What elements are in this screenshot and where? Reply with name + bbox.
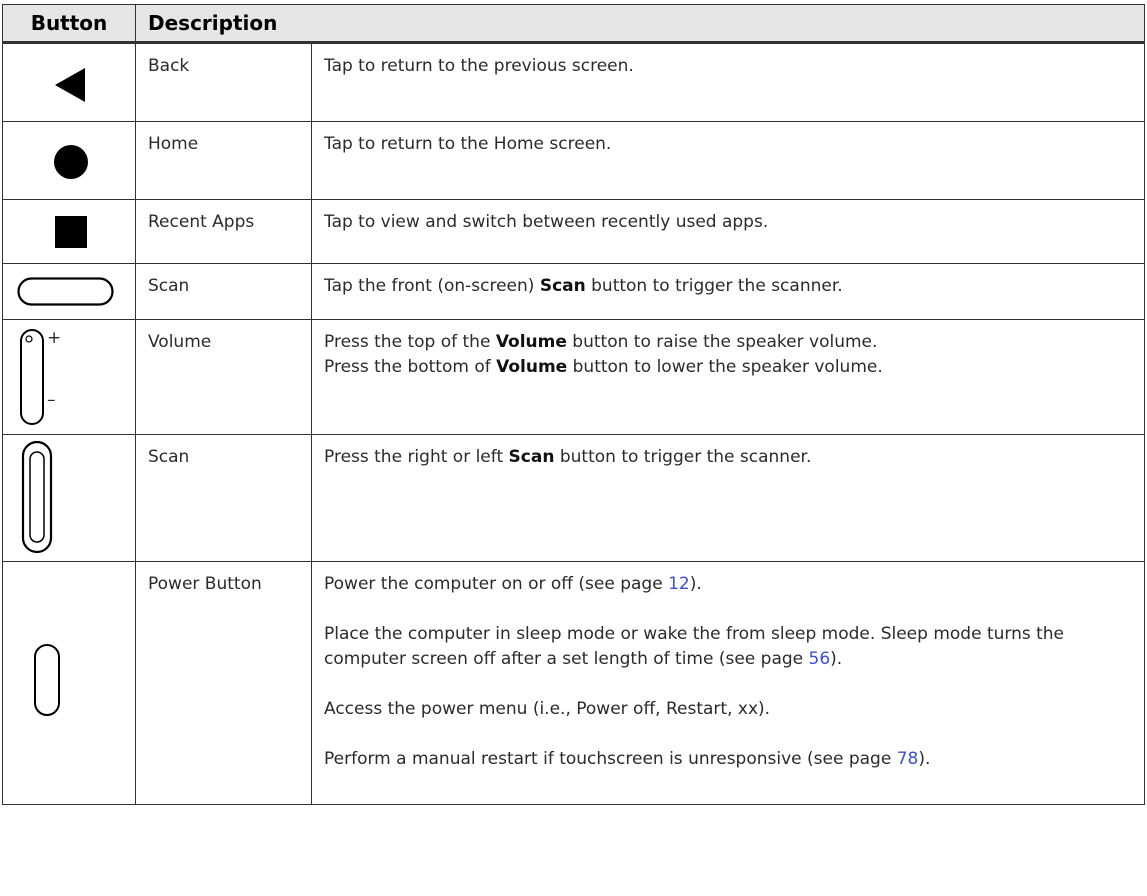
button-description: Tap to return to the Home screen. [310,121,1146,200]
page-link-56[interactable]: 56 [809,649,831,669]
header-description: Description [134,4,1146,43]
button-description-table: Button Description Back Tap to return to… [2,4,1146,805]
page-link-78[interactable]: 78 [897,749,919,769]
page-link-12[interactable]: 12 [668,574,690,594]
button-name: Recent Apps [135,199,312,264]
button-name: Power Button [135,561,312,805]
recent-apps-square-icon [2,199,136,264]
button-name: Scan [135,263,312,320]
table-row: Scan Press the right or left Scan button… [2,434,1146,562]
table-row: + – Volume Press the top of the Volume b… [2,319,1146,435]
button-description: Tap the front (on-screen) Scan button to… [310,263,1146,320]
side-scan-button-icon [2,434,136,562]
power-button-icon [2,561,136,805]
table-row: Back Tap to return to the previous scree… [2,42,1146,122]
button-description: Press the right or left Scan button to t… [310,434,1146,562]
volume-plus-label: + [47,328,62,348]
button-name: Volume [135,319,312,435]
table-row: Scan Tap the front (on-screen) Scan butt… [2,263,1146,320]
back-triangle-icon [2,42,136,122]
button-description: Tap to view and switch between recently … [310,199,1146,264]
scan-pill-icon [2,263,136,320]
header-button: Button [2,4,136,43]
home-circle-icon [2,121,136,200]
table-header-row: Button Description [2,4,1146,43]
table-row: Home Tap to return to the Home screen. [2,121,1146,200]
button-description: Power the computer on or off (see page 1… [310,561,1146,805]
button-description: Press the top of the Volume button to ra… [310,319,1146,435]
table-row: Power Button Power the computer on or of… [2,561,1146,805]
button-description: Tap to return to the previous screen. [310,42,1146,122]
volume-minus-label: – [47,390,56,410]
button-name: Scan [135,434,312,562]
table-row: Recent Apps Tap to view and switch betwe… [2,199,1146,264]
volume-rocker-icon: + – [2,319,136,435]
button-name: Home [135,121,312,200]
button-name: Back [135,42,312,122]
